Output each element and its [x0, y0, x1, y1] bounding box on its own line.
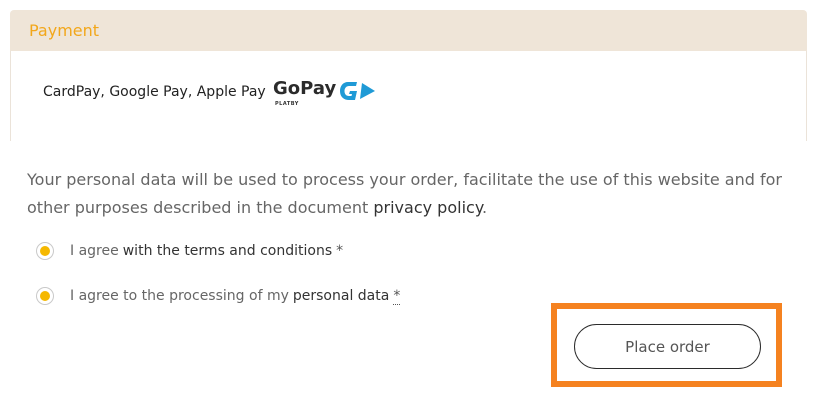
gopay-logo: GoPay PLATBY: [273, 78, 393, 108]
terms-and-conditions-link[interactable]: with the terms and conditions: [123, 243, 332, 259]
payment-section-header: Payment: [10, 10, 807, 51]
gopay-g-icon: [340, 82, 375, 100]
gopay-logo-word: GoPay: [273, 78, 337, 99]
privacy-notice-end: .: [482, 198, 488, 217]
gopay-logo-sub: PLATBY: [275, 101, 299, 107]
personal-data-link[interactable]: personal data: [293, 288, 389, 304]
payment-section-title: Payment: [29, 21, 100, 40]
privacy-notice: Your personal data will be used to proce…: [27, 166, 797, 222]
personal-data-consent-radio[interactable]: [36, 287, 54, 305]
terms-required-marker: *: [336, 243, 344, 259]
personal-data-consent-prefix: I agree to the processing of my: [70, 288, 289, 304]
payment-methods-label[interactable]: CardPay, Google Pay, Apple Pay: [43, 84, 266, 100]
personal-data-consent[interactable]: I agree to the processing of my personal…: [36, 287, 401, 305]
privacy-policy-link[interactable]: privacy policy: [373, 198, 482, 217]
personal-data-required-marker: *: [393, 287, 401, 305]
terms-consent-prefix: I agree: [70, 243, 119, 259]
terms-consent-radio[interactable]: [36, 242, 54, 260]
place-order-button[interactable]: Place order: [574, 324, 761, 369]
terms-consent[interactable]: I agree with the terms and conditions *: [36, 242, 343, 260]
